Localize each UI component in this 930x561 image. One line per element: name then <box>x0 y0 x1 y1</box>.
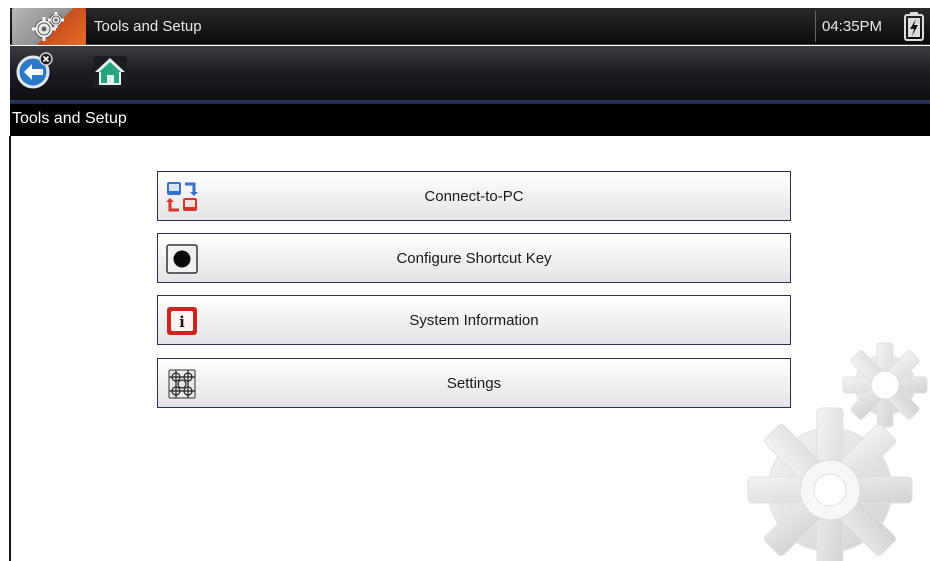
back-button[interactable] <box>15 51 55 91</box>
system-information-label: System Information <box>409 312 539 329</box>
settings-button[interactable]: Settings <box>157 358 791 408</box>
tools-gear-icon <box>12 8 86 45</box>
app-window: Tools and Setup 04:35PM Tools and Setup … <box>0 0 930 561</box>
screen-title: Tools and Setup <box>12 110 127 127</box>
screen-header: Tools and Setup <box>10 104 930 136</box>
system-information-button[interactable]: i System Information <box>157 295 791 345</box>
connect-to-pc-label: Connect-to-PC <box>424 188 524 205</box>
configure-shortcut-key-label: Configure Shortcut Key <box>396 250 552 267</box>
configure-shortcut-key-button[interactable]: Configure Shortcut Key <box>157 233 791 283</box>
window-title: Tools and Setup <box>94 18 202 35</box>
home-icon <box>93 56 127 88</box>
battery-charging-icon <box>904 12 924 41</box>
home-button[interactable] <box>90 51 130 91</box>
back-arrow-icon <box>16 52 53 89</box>
title-bar: Tools and Setup 04:35PM <box>10 8 930 45</box>
content-border <box>9 136 11 561</box>
settings-label: Settings <box>446 375 502 392</box>
toolbar <box>10 46 930 104</box>
clock: 04:35PM <box>815 11 888 42</box>
connect-to-pc-button[interactable]: Connect-to-PC <box>157 171 791 221</box>
